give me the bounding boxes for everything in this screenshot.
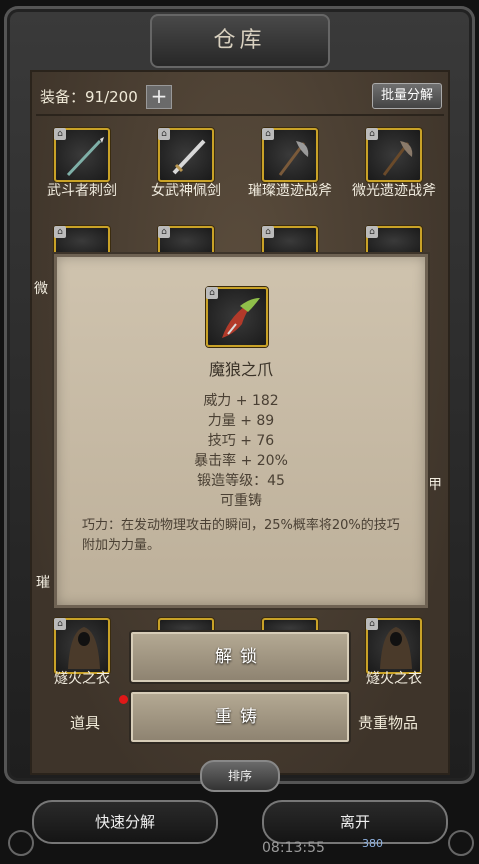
item-name: 璀璨遗迹战斧 xyxy=(248,183,332,199)
expand-capacity-button[interactable]: + xyxy=(146,85,172,109)
quick-dismantle-button[interactable]: 快速分解 xyxy=(32,800,218,844)
item-name-partial: 璀 xyxy=(36,575,50,591)
leave-button[interactable]: 离开 xyxy=(262,800,448,844)
item-description: 巧力：在发动物理攻击的瞬间，25%概率将20%的技巧附加为力量。 xyxy=(82,518,400,553)
lock-icon: ⌂ xyxy=(54,226,66,238)
lock-icon: ⌂ xyxy=(158,226,170,238)
menu-icon[interactable] xyxy=(8,830,34,856)
batch-dismantle-button[interactable]: 批量分解 xyxy=(372,83,442,109)
sword-icon xyxy=(172,139,206,175)
spear-icon xyxy=(66,137,104,177)
item-slot[interactable]: ⌂ xyxy=(54,618,110,674)
item-slot[interactable]: ⌂ xyxy=(54,226,110,256)
stat-line: 力量 + 89 xyxy=(207,413,275,429)
claw-icon xyxy=(222,298,260,338)
sort-button[interactable]: 排序 xyxy=(200,760,280,792)
axe-icon xyxy=(382,141,413,176)
item-name: 微光遗迹战斧 xyxy=(352,183,436,199)
lock-icon: ⌂ xyxy=(366,226,378,238)
item-slot[interactable]: ⌂ xyxy=(366,226,422,256)
notification-dot xyxy=(119,695,128,704)
item-slot[interactable]: ⌂ xyxy=(158,226,214,256)
currency-badge: 380 xyxy=(362,837,383,850)
equipment-count: 装备：91/200 xyxy=(40,88,138,106)
tab-valuables[interactable]: 贵重物品 xyxy=(358,712,418,733)
reforge-button[interactable]: 重铸 xyxy=(129,690,351,744)
stat-line: 锻造等级：45 xyxy=(197,473,285,489)
tab-items[interactable]: 道具 xyxy=(70,712,100,733)
popup-item-slot: ⌂ xyxy=(206,287,268,347)
item-name: 武斗者刺剑 xyxy=(47,183,117,199)
stat-line: 威力 + 182 xyxy=(203,393,279,409)
axe-icon xyxy=(278,141,309,176)
page-title: 仓库 xyxy=(213,28,266,53)
popup-item-name: 魔狼之爪 xyxy=(208,360,273,379)
stat-line: 可重铸 xyxy=(220,493,262,509)
item-name: 燧火之衣 xyxy=(366,671,422,687)
item-name-partial: 甲 xyxy=(428,477,442,493)
item-slot[interactable]: ⌂ xyxy=(262,128,318,182)
add-icon[interactable] xyxy=(448,830,474,856)
item-name: 女武神佩剑 xyxy=(151,183,221,199)
item-slot[interactable]: ⌂ xyxy=(366,128,422,182)
stat-line: 技巧 + 76 xyxy=(207,433,275,449)
hooded-robe-icon xyxy=(68,627,100,669)
item-slot[interactable]: ⌂ xyxy=(54,128,110,182)
item-slot[interactable]: ⌂ xyxy=(158,128,214,182)
item-name-partial: 微 xyxy=(34,281,48,297)
clock-text: 08:13:55 xyxy=(262,840,325,856)
stat-line: 暴击率 + 20% xyxy=(194,453,288,469)
hooded-robe-icon xyxy=(380,627,412,669)
item-name: 燧火之衣 xyxy=(54,671,110,687)
divider xyxy=(36,114,444,116)
lock-icon: ⌂ xyxy=(262,226,274,238)
item-slot[interactable]: ⌂ xyxy=(262,226,318,256)
unlock-button[interactable]: 解锁 xyxy=(129,630,351,684)
item-slot[interactable]: ⌂ xyxy=(366,618,422,674)
